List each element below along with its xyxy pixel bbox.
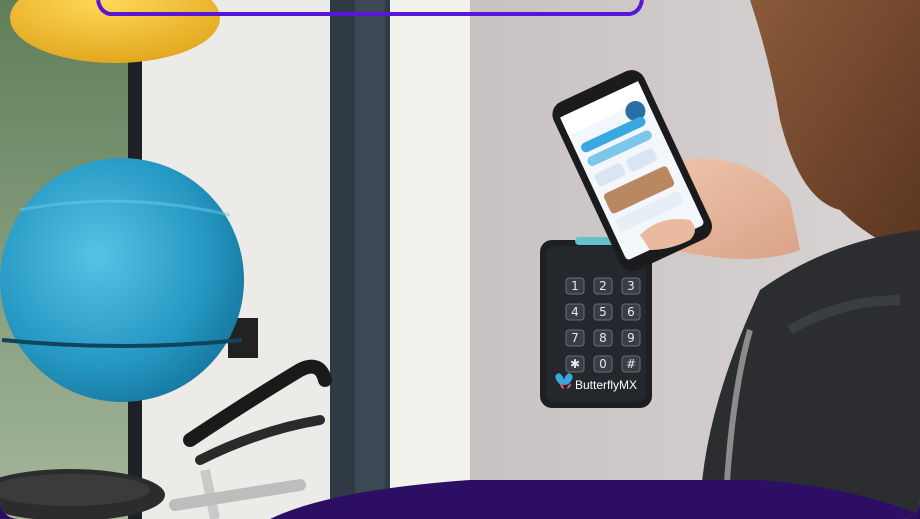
keypad-key-label: 1 — [571, 279, 579, 293]
keypad-key-8[interactable]: 8 — [593, 329, 613, 347]
keypad-key-5[interactable]: 5 — [593, 303, 613, 321]
keypad-key-label: ✱ — [570, 357, 580, 371]
keypad-key-label: 4 — [571, 305, 579, 319]
keypad-key-2[interactable]: 2 — [593, 277, 613, 295]
keypad-key-label: 6 — [627, 305, 635, 319]
keypad-key-label: # — [626, 357, 636, 371]
keypad-key-6[interactable]: 6 — [621, 303, 641, 321]
keypad-key-label: 8 — [599, 331, 607, 345]
keypad-key-star[interactable]: ✱ — [565, 355, 585, 373]
keypad-key-label: 9 — [627, 331, 635, 345]
keypad-key-9[interactable]: 9 — [621, 329, 641, 347]
keypad-key-7[interactable]: 7 — [565, 329, 585, 347]
keypad-key-4[interactable]: 4 — [565, 303, 585, 321]
keypad-key-label: 3 — [627, 279, 635, 293]
keypad-key-label: 2 — [599, 279, 607, 293]
keypad-key-label: 0 — [599, 357, 607, 371]
keypad-key-hash[interactable]: # — [621, 355, 641, 373]
keypad-key-label: 7 — [571, 331, 579, 345]
brand-name: ButterflyMX — [575, 378, 637, 392]
light-strip — [390, 0, 470, 519]
keypad-key-1[interactable]: 1 — [565, 277, 585, 295]
keypad-key-3[interactable]: 3 — [621, 277, 641, 295]
exercise-ball-icon — [0, 158, 244, 402]
keypad-key-0[interactable]: 0 — [593, 355, 613, 373]
keypad-key-label: 5 — [599, 305, 607, 319]
photo-illustration: 1 2 3 4 5 6 7 8 9 ✱ 0 # ButterflyMX — [0, 0, 920, 519]
photo-scene: 1 2 3 4 5 6 7 8 9 ✱ 0 # ButterflyMX — [0, 0, 920, 519]
